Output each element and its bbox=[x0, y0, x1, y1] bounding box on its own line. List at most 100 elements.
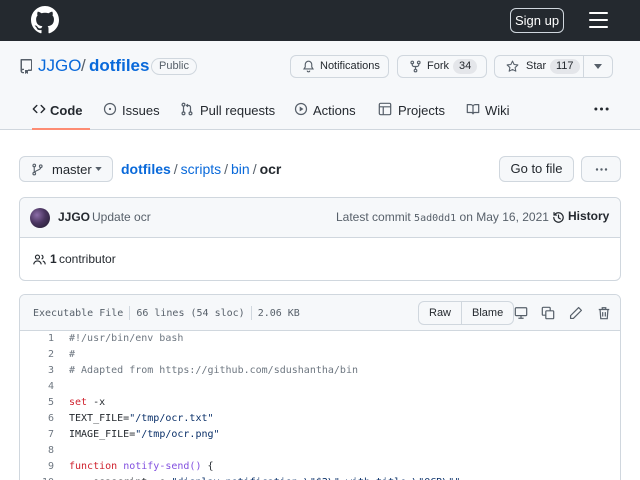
file-size: 2.06 KB bbox=[257, 308, 300, 319]
desktop-icon[interactable] bbox=[514, 306, 528, 320]
tab-label: Pull requests bbox=[200, 103, 276, 118]
breadcrumb-repo-link[interactable]: dotfiles bbox=[121, 161, 171, 177]
tab-projects[interactable]: Projects bbox=[378, 97, 445, 130]
chevron-down-icon bbox=[594, 64, 602, 69]
file-viewer: Executable File 66 lines (54 sloc) 2.06 KB… bbox=[19, 294, 621, 480]
more-options-button[interactable] bbox=[581, 156, 621, 182]
book-icon bbox=[466, 104, 480, 115]
contributors-count: 1 bbox=[50, 252, 57, 266]
line-number[interactable]: 6 bbox=[20, 411, 54, 427]
branch-select-button[interactable]: master bbox=[19, 156, 113, 182]
fork-count: 34 bbox=[453, 59, 478, 74]
star-list-dropdown[interactable] bbox=[583, 55, 613, 78]
menu-icon[interactable] bbox=[589, 12, 608, 28]
code-line: 5 set -x bbox=[20, 395, 620, 411]
tab-code[interactable]: Code bbox=[32, 97, 90, 130]
breadcrumb-bin-link[interactable]: bin bbox=[231, 161, 250, 177]
repo-separator: / bbox=[81, 56, 86, 75]
code-line: 10 osascript -e "display notification \"… bbox=[20, 475, 620, 480]
blame-button[interactable]: Blame bbox=[461, 302, 513, 324]
line-number[interactable]: 10 bbox=[20, 475, 54, 480]
tab-actions[interactable]: Actions bbox=[294, 97, 356, 130]
line-number[interactable]: 8 bbox=[20, 443, 54, 459]
line-number[interactable]: 9 bbox=[20, 459, 54, 475]
file-header: Executable File 66 lines (54 sloc) 2.06 KB… bbox=[20, 295, 620, 331]
tab-issues[interactable]: Issues bbox=[103, 97, 160, 130]
code-icon bbox=[32, 104, 46, 114]
people-icon bbox=[33, 254, 46, 265]
code-token: -x bbox=[87, 397, 106, 408]
line-content: # bbox=[69, 347, 75, 363]
commit-message-link[interactable]: Update ocr bbox=[92, 210, 151, 224]
bell-icon bbox=[303, 60, 314, 73]
copy-icon[interactable] bbox=[541, 306, 555, 320]
line-number[interactable]: 1 bbox=[20, 331, 54, 347]
git-pull-request-icon bbox=[181, 102, 193, 116]
file-lines: 66 lines (54 sloc) bbox=[136, 308, 245, 319]
issue-opened-icon bbox=[103, 102, 117, 116]
fork-button[interactable]: Fork 34 bbox=[397, 55, 487, 78]
play-icon bbox=[294, 102, 308, 116]
line-number[interactable]: 5 bbox=[20, 395, 54, 411]
tab-pull-requests[interactable]: Pull requests bbox=[180, 97, 275, 130]
latest-commit-prefix: Latest commit bbox=[336, 210, 411, 224]
sign-up-button[interactable]: Sign up bbox=[510, 8, 564, 33]
line-number[interactable]: 4 bbox=[20, 379, 54, 395]
code-token: IMAGE_FILE= bbox=[69, 429, 136, 440]
repo-icon bbox=[20, 59, 32, 74]
tab-label: Code bbox=[50, 103, 83, 118]
avatar[interactable] bbox=[30, 208, 50, 228]
contributors-label: contributor bbox=[59, 252, 116, 266]
code-token: notify-send() bbox=[123, 461, 202, 472]
fork-icon bbox=[410, 60, 421, 73]
tab-label: Actions bbox=[313, 103, 356, 118]
code-token: function bbox=[69, 461, 118, 472]
notifications-button[interactable]: Notifications bbox=[290, 55, 389, 78]
line-number[interactable]: 3 bbox=[20, 363, 54, 379]
trash-icon[interactable] bbox=[597, 306, 611, 320]
code-line: 1 #!/usr/bin/env bash bbox=[20, 331, 620, 347]
tab-label: Projects bbox=[398, 103, 445, 118]
branch-name: master bbox=[52, 162, 92, 177]
code-token: # Adapted from https://github.com/sdusha… bbox=[69, 365, 358, 376]
code-token: TEXT_FILE= bbox=[69, 413, 130, 424]
breadcrumb: dotfiles / scripts / bin / ocr bbox=[121, 161, 282, 177]
code-block: 1 #!/usr/bin/env bash 2 #3 # Adapted from ht… bbox=[20, 331, 620, 480]
line-number[interactable]: 2 bbox=[20, 347, 54, 363]
commit-hash-link[interactable]: 5ad0dd1 bbox=[414, 213, 456, 224]
file-info: Executable File 66 lines (54 sloc) 2.06 KB bbox=[33, 306, 300, 320]
code-token: # bbox=[69, 349, 76, 360]
file-mode: Executable File bbox=[33, 308, 124, 319]
code-token: set bbox=[69, 397, 88, 408]
notifications-label: Notifications bbox=[320, 60, 380, 72]
code-line: 8 bbox=[20, 443, 620, 459]
breadcrumb-scripts-link[interactable]: scripts bbox=[181, 161, 221, 177]
commit-header: JJGO Update ocr Latest commit 5ad0dd1 on… bbox=[20, 198, 620, 238]
repo-owner-link[interactable]: JJGO bbox=[38, 56, 81, 76]
star-icon bbox=[506, 60, 519, 72]
line-number[interactable]: 7 bbox=[20, 427, 54, 443]
code-line: 4 bbox=[20, 379, 620, 395]
tab-label: Wiki bbox=[485, 103, 510, 118]
line-content: set -x bbox=[69, 395, 105, 411]
github-logo-icon[interactable] bbox=[31, 6, 59, 34]
repo-name-link[interactable]: dotfiles bbox=[89, 56, 149, 76]
line-content: osascript -e "display notification \"$2\… bbox=[69, 475, 460, 480]
code-line: 7 IMAGE_FILE="/tmp/ocr.png" bbox=[20, 427, 620, 443]
raw-button[interactable]: Raw bbox=[419, 302, 461, 324]
table-icon bbox=[378, 102, 392, 116]
code-token: "/tmp/ocr.txt" bbox=[129, 413, 214, 424]
line-content: IMAGE_FILE="/tmp/ocr.png" bbox=[69, 427, 220, 443]
kebab-horizontal-icon[interactable] bbox=[594, 107, 609, 111]
pencil-icon[interactable] bbox=[569, 306, 583, 320]
code-line: 2 # bbox=[20, 347, 620, 363]
star-button[interactable]: Star 117 bbox=[494, 55, 584, 78]
commit-author-link[interactable]: JJGO bbox=[58, 210, 90, 224]
tab-wiki[interactable]: Wiki bbox=[466, 97, 510, 130]
history-icon bbox=[553, 212, 564, 223]
tab-label: Issues bbox=[122, 103, 160, 118]
go-to-file-button[interactable]: Go to file bbox=[499, 156, 574, 182]
code-token: { bbox=[201, 461, 214, 472]
code-token: "/tmp/ocr.png" bbox=[135, 429, 220, 440]
code-line: 3 # Adapted from https://github.com/sdush… bbox=[20, 363, 620, 379]
